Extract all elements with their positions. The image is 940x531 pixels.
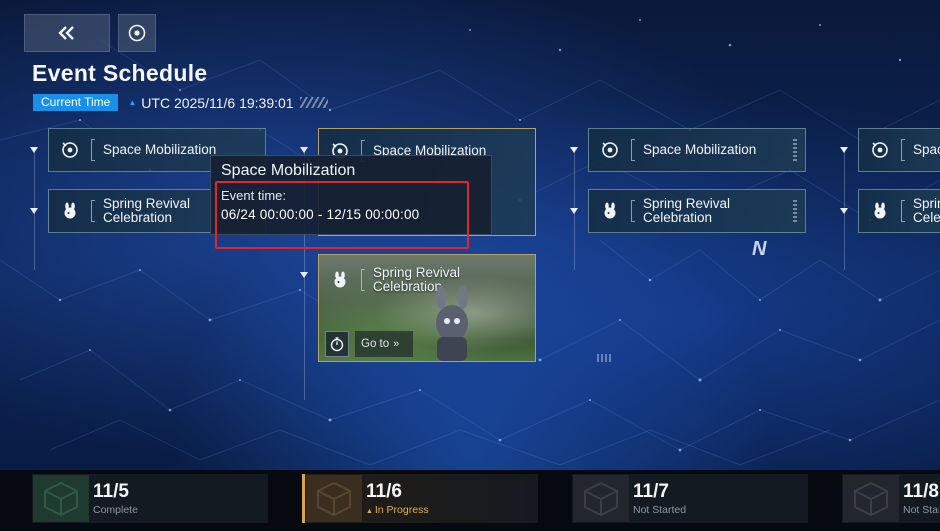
double-chevron-left-icon xyxy=(58,26,74,40)
bunny-icon xyxy=(589,190,631,232)
event-card-label: Spring Revival Celebration xyxy=(643,197,731,225)
bracket-decoration xyxy=(91,200,95,222)
cube-icon xyxy=(33,475,89,522)
bracket-decoration xyxy=(361,269,365,291)
day-date: 11/8 xyxy=(903,481,939,502)
timeline-marker xyxy=(300,272,308,278)
timeline-marker xyxy=(840,208,848,214)
event-card-label: Spring Revival Celebration xyxy=(103,197,191,225)
cube-icon xyxy=(306,475,362,522)
cube-icon xyxy=(843,475,899,522)
event-banner-character xyxy=(436,285,468,361)
caret-up-icon: ▲ xyxy=(366,507,375,515)
event-card-spring-revival[interactable]: Spring Revival Celebration xyxy=(588,189,806,233)
event-card-label: SprinCeleb xyxy=(913,197,940,225)
timeline-marker xyxy=(30,147,38,153)
target-icon xyxy=(49,129,91,171)
bracket-decoration xyxy=(631,139,635,161)
hatch-decoration xyxy=(793,200,797,222)
cube-icon xyxy=(573,475,629,522)
page-title: Event Schedule xyxy=(32,60,208,86)
event-card-label: Space Mobilization xyxy=(103,143,217,157)
go-to-label: Go to xyxy=(361,338,390,350)
day-status: Complete xyxy=(93,503,138,516)
current-time-value: UTC 2025/11/6 19:39:01 xyxy=(141,94,294,111)
home-button[interactable] xyxy=(118,14,156,52)
day-status: ▲ In Progress xyxy=(366,503,429,516)
hatch-decoration xyxy=(299,97,328,108)
day-date: 11/6 xyxy=(366,480,402,502)
target-icon xyxy=(589,129,631,171)
bunny-icon xyxy=(859,190,901,232)
day-status: Not Started xyxy=(633,503,687,516)
bunny-icon xyxy=(49,190,91,232)
event-card-spring-revival[interactable]: SprinCeleb xyxy=(858,189,940,233)
back-button[interactable] xyxy=(24,14,110,52)
event-card-space-mobilization[interactable]: Space Mobilization xyxy=(588,128,806,172)
event-card-label: Space Mobilization xyxy=(643,143,757,157)
bracket-decoration xyxy=(631,200,635,222)
timeline-marker xyxy=(840,147,848,153)
current-time-row: Current Time ▲ UTC 2025/11/6 19:39:01 xyxy=(33,94,328,111)
current-time-badge: Current Time xyxy=(33,94,119,111)
hatch-decoration xyxy=(793,139,797,161)
bracket-decoration xyxy=(901,200,905,222)
stopwatch-icon xyxy=(330,337,344,352)
hatch-decoration xyxy=(597,354,611,362)
timeline-marker xyxy=(300,147,308,153)
bunny-icon xyxy=(319,259,361,301)
bracket-decoration xyxy=(91,139,95,161)
home-ring-icon xyxy=(128,24,146,42)
event-card-label: Spac xyxy=(913,143,940,157)
day-date: 11/5 xyxy=(93,480,129,502)
day-date: 11/7 xyxy=(633,480,669,502)
tooltip-title: Space Mobilization xyxy=(221,162,356,179)
timeline-marker xyxy=(30,208,38,214)
highlight-box xyxy=(215,181,469,249)
day-tab-11-7[interactable]: 11/7 Not Started xyxy=(572,474,808,523)
day-tab-11-8[interactable]: 11/8 Not Started xyxy=(842,474,940,523)
day-status: Not Started xyxy=(903,503,939,516)
timer-button[interactable] xyxy=(325,331,349,357)
double-chevron-right-icon: » xyxy=(393,338,400,350)
event-card-space-mobilization[interactable]: Spac xyxy=(858,128,940,172)
day-tab-11-6[interactable]: 11/6 ▲ In Progress xyxy=(302,474,538,523)
caret-up-icon: ▲ xyxy=(128,98,137,107)
timeline-marker xyxy=(570,208,578,214)
go-to-button[interactable]: Go to » xyxy=(355,331,413,357)
target-icon xyxy=(859,129,901,171)
bracket-decoration xyxy=(901,139,905,161)
decorative-glyph: N xyxy=(752,238,767,260)
day-tab-11-5[interactable]: 11/5 Complete xyxy=(32,474,268,523)
timeline-marker xyxy=(570,147,578,153)
event-card-spring-revival-expanded[interactable]: Spring Revival Celebration Go to » xyxy=(318,254,536,362)
